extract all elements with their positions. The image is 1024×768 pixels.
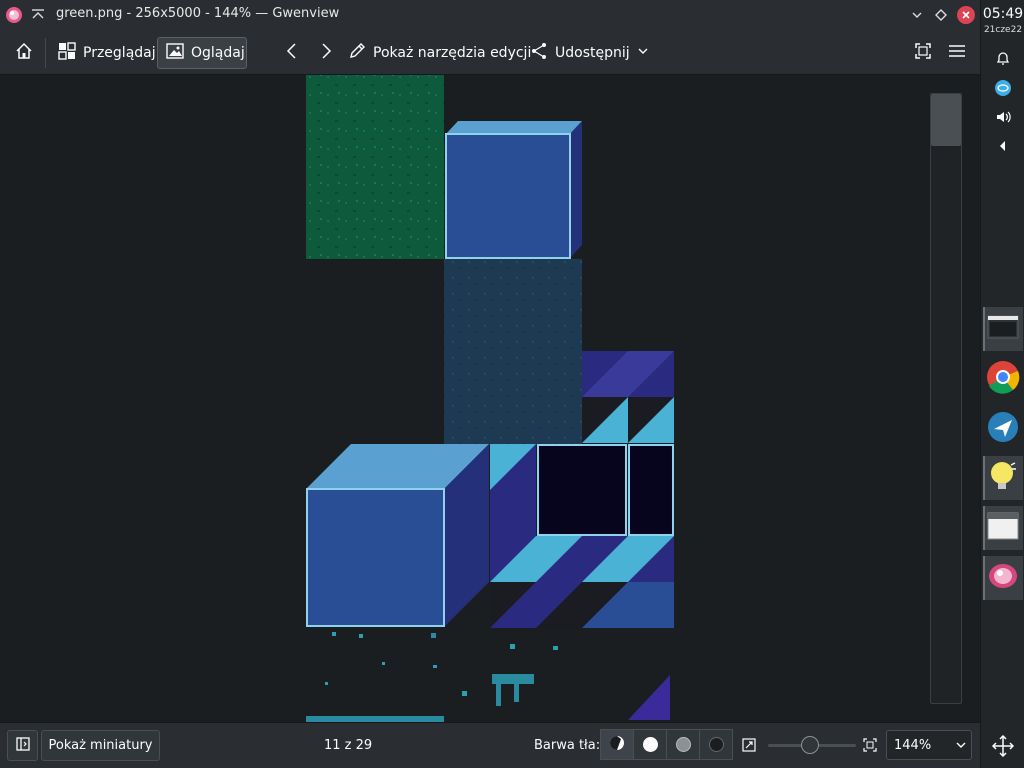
toolbar-separator (45, 38, 46, 68)
share-button[interactable]: Udostępnij (522, 37, 657, 69)
gwenview-window: green.png - 256x5000 - 144% — Gwenview P… (0, 0, 980, 768)
fullscreen-button[interactable] (906, 37, 940, 69)
gwenview-icon (988, 561, 1018, 595)
hamburger-menu-button[interactable] (940, 37, 974, 69)
panel-edit-icon[interactable] (991, 734, 1015, 758)
background-gray-button[interactable] (666, 729, 700, 760)
maximize-icon[interactable] (932, 6, 950, 24)
image-icon (166, 42, 184, 64)
edit-tools-label: Pokaż narzędzia edycji (373, 45, 532, 61)
window-title: green.png - 256x5000 - 144% — Gwenview (56, 6, 340, 21)
thumbnails-label: Pokaż miniatury (48, 738, 153, 753)
background-black-button[interactable] (699, 729, 733, 760)
main-toolbar: Przeglądaj Oglądaj Pokaż narzędzia edycj… (0, 30, 980, 75)
browse-label: Przeglądaj (83, 45, 156, 61)
share-label: Udostępnij (555, 45, 630, 61)
clock-time[interactable]: 05:49 (981, 6, 1024, 22)
taskbar-chrome[interactable] (983, 357, 1023, 401)
gray-dot-icon (675, 737, 691, 752)
black-dot-icon (708, 737, 724, 752)
volume-icon[interactable] (993, 107, 1013, 127)
background-white-button[interactable] (633, 729, 667, 760)
gwenview-app-icon[interactable] (5, 6, 23, 24)
view-label: Oglądaj (191, 45, 245, 61)
chevron-down-icon (637, 45, 649, 61)
next-button[interactable] (310, 37, 342, 69)
title-bar: green.png - 256x5000 - 144% — Gwenview (0, 0, 980, 30)
sidebar-toggle-icon (15, 736, 30, 755)
grid-icon (58, 42, 76, 64)
zoom-fill-icon[interactable] (862, 737, 878, 757)
zoom-level-combobox[interactable]: 144% (886, 730, 972, 760)
image-position-counter: 11 z 29 (324, 738, 373, 753)
chevron-left-icon (284, 42, 300, 64)
tray-expand-arrow-icon[interactable] (993, 136, 1013, 156)
taskbar-kdeinit[interactable] (983, 456, 1023, 500)
white-dot-icon (642, 737, 658, 752)
chevron-down-icon (955, 739, 967, 755)
close-icon[interactable] (957, 6, 975, 24)
airplane-app-icon (987, 411, 1019, 447)
zoom-level-value: 144% (894, 738, 932, 753)
notifications-icon[interactable] (993, 48, 1013, 68)
chevron-right-icon (318, 42, 334, 64)
share-icon (530, 42, 548, 64)
auto-color-icon (609, 735, 625, 755)
keep-above-icon[interactable] (30, 6, 46, 22)
clock-date: 21cze22 (983, 25, 1023, 35)
taskbar-dolphin[interactable] (983, 307, 1023, 351)
browse-button[interactable]: Przeglądaj (50, 37, 164, 69)
toggle-sidebar-button[interactable] (7, 730, 38, 761)
show-thumbnails-button[interactable]: Pokaż miniatury (41, 730, 160, 761)
taskbar-gwenview[interactable] (983, 556, 1023, 600)
hamburger-icon (948, 42, 966, 64)
system-panel: 05:49 21cze22 (980, 0, 1024, 768)
lightbulb-icon (988, 459, 1018, 497)
fullscreen-icon (914, 42, 932, 64)
background-color-label: Barwa tła: (534, 738, 601, 753)
window-icon (987, 512, 1019, 544)
home-button[interactable] (6, 37, 42, 69)
folder-icon (987, 314, 1019, 344)
zoom-slider-handle[interactable] (801, 736, 819, 754)
background-auto-button[interactable] (600, 729, 634, 760)
home-icon (14, 41, 34, 65)
network-icon[interactable] (993, 78, 1013, 98)
pencil-icon (348, 42, 366, 64)
minimize-icon[interactable] (908, 6, 926, 24)
chrome-icon (986, 360, 1020, 398)
taskbar-window[interactable] (983, 506, 1023, 550)
zoom-to-fit-icon[interactable] (741, 737, 757, 757)
scrollbar-thumb[interactable] (931, 94, 961, 146)
image-viewer[interactable] (0, 75, 980, 722)
taskbar-kdeconnect[interactable] (983, 407, 1023, 451)
background-color-selector (600, 729, 733, 760)
vertical-scrollbar[interactable] (930, 93, 962, 704)
previous-button[interactable] (276, 37, 308, 69)
view-button[interactable]: Oglądaj (157, 37, 247, 69)
displayed-image (306, 75, 674, 722)
show-edit-tools-button[interactable]: Pokaż narzędzia edycji (340, 37, 539, 69)
